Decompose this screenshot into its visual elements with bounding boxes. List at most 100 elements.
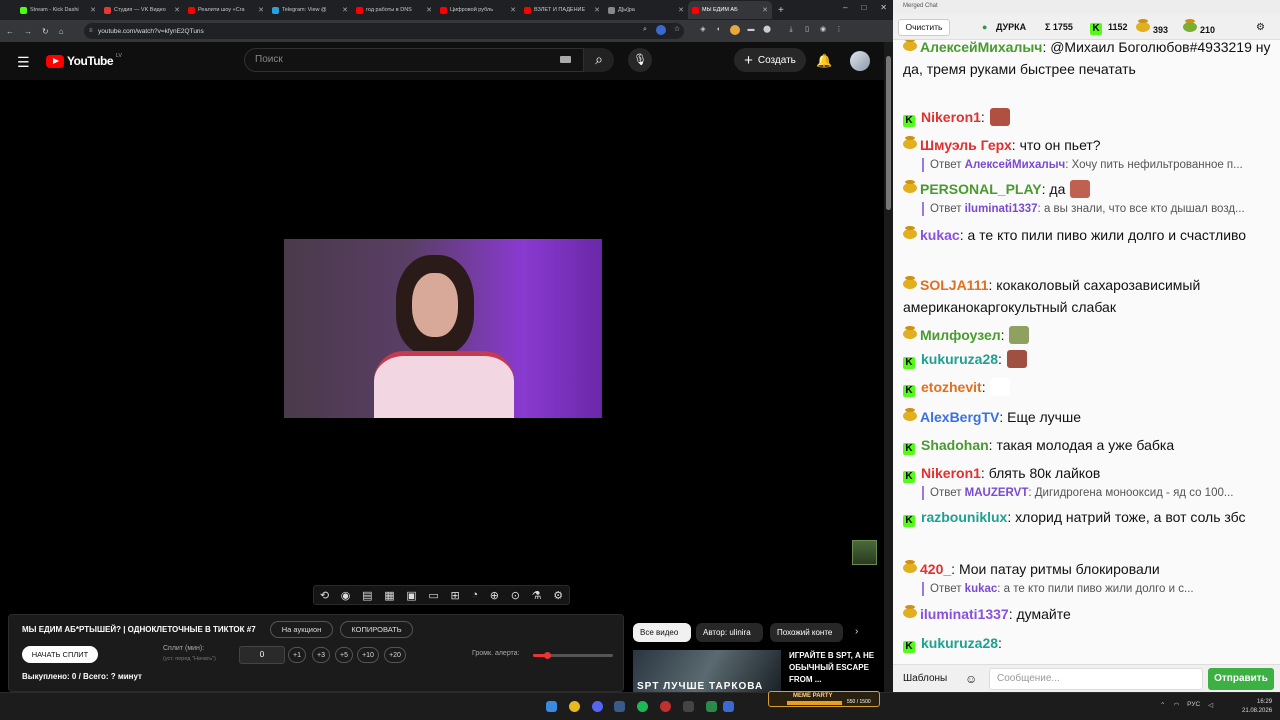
emoji-icon[interactable]: ☺ [965, 672, 977, 686]
obs-icon[interactable] [683, 701, 694, 712]
close-tab-icon[interactable]: ✕ [594, 6, 600, 14]
page-scrollbar[interactable] [884, 42, 893, 692]
crop-icon[interactable]: ⊞ [451, 589, 460, 602]
close-tab-icon[interactable]: ✕ [174, 6, 180, 14]
theater-icon[interactable]: ▭ [428, 589, 438, 602]
chat-username[interactable]: kukac [920, 227, 960, 243]
chat-username[interactable]: SOLJA111 [920, 277, 989, 293]
new-tab-button[interactable]: + [778, 5, 784, 16]
pip-icon[interactable]: ▣ [406, 589, 416, 602]
send-button[interactable]: Отправить [1208, 668, 1274, 690]
increment-button[interactable]: +5 [335, 647, 353, 663]
star-icon[interactable]: ☆ [672, 25, 682, 35]
loop-icon[interactable]: ⟲ [320, 589, 329, 602]
alert-volume-slider[interactable] [533, 652, 613, 659]
home-icon[interactable]: ⌂ [59, 27, 64, 36]
start-split-button[interactable]: НАЧАТЬ СПЛИТ [22, 646, 98, 663]
settings-icon[interactable]: ⚙ [553, 589, 563, 602]
subtitles-icon[interactable]: ▤ [362, 589, 372, 602]
close-tab-icon[interactable]: ✕ [426, 6, 432, 14]
search-button[interactable]: ⌕ [584, 48, 614, 72]
chat-username[interactable]: Nikeron1 [921, 109, 981, 125]
clock[interactable]: 16:29 21.08.2026 [1242, 698, 1272, 716]
app-icon[interactable] [723, 701, 734, 712]
chat-username[interactable]: PERSONAL_PLAY [920, 181, 1042, 197]
speed-icon[interactable]: ◔ [471, 589, 478, 601]
discord-icon[interactable] [592, 701, 603, 712]
download-icon[interactable]: ⤓ [786, 25, 796, 35]
app-icon[interactable] [706, 701, 717, 712]
forward-icon[interactable]: → [24, 27, 32, 36]
zoom-icon[interactable]: ⌕ [640, 25, 650, 35]
chat-username[interactable]: Шмуэль Герх [920, 137, 1012, 153]
extension-icon[interactable]: ◈ [698, 25, 708, 35]
close-icon[interactable]: ✕ [880, 3, 887, 12]
browser-tab[interactable]: Stream - Kick Dashi ✕ [16, 1, 100, 19]
increment-button[interactable]: +1 [288, 647, 306, 663]
site-info-icon[interactable]: ≡ [89, 28, 93, 34]
browser-tab[interactable]: МЫ ЕДИМ АБ ✕ [688, 1, 772, 19]
related-video-thumbnail[interactable]: SPT ЛУЧШЕ ТАРКОВА [633, 650, 781, 692]
close-tab-icon[interactable]: ✕ [342, 6, 348, 14]
related-video-title[interactable]: ИГРАЙТЕ В SPT, А НЕ ОБЫЧНЫЙ ESCAPE FROM … [789, 650, 879, 686]
browser-tab[interactable]: Студия — VK Видео ✕ [100, 1, 184, 19]
audio-icon[interactable]: ◉ [341, 589, 351, 602]
chat-username[interactable]: etozhevit [921, 379, 982, 395]
menu-dots-icon[interactable]: ⋮ [834, 25, 844, 35]
filter-chip[interactable]: Похожий конте [770, 623, 843, 642]
close-tab-icon[interactable]: ✕ [678, 6, 684, 14]
app-icon[interactable] [660, 701, 671, 712]
browser-tab[interactable]: Цифровой рубль ✕ [436, 1, 520, 19]
gear-icon[interactable]: ⚙ [1256, 22, 1265, 33]
chevron-right-icon[interactable]: › [855, 626, 858, 637]
windows-start-icon[interactable] [546, 701, 557, 712]
chrome-icon[interactable] [569, 701, 580, 712]
browser-tab[interactable]: Telegram: View @ ✕ [268, 1, 352, 19]
browser-tab[interactable]: год работы в DNS ✕ [352, 1, 436, 19]
auction-button[interactable]: На аукцион [270, 621, 333, 638]
close-tab-icon[interactable]: ✕ [258, 6, 264, 14]
notifications-bell-icon[interactable]: 🔔 [816, 53, 832, 69]
close-tab-icon[interactable]: ✕ [510, 6, 516, 14]
spotify-icon[interactable] [637, 701, 648, 712]
back-icon[interactable]: ← [6, 27, 14, 36]
increment-button[interactable]: +3 [312, 647, 330, 663]
volume-knob[interactable] [543, 652, 551, 659]
chat-username[interactable]: 420_ [920, 561, 951, 577]
filter-chip[interactable]: Все видео [633, 623, 691, 642]
flask-icon[interactable]: ⚗ [532, 589, 542, 602]
chat-username[interactable]: Nikeron1 [921, 465, 981, 481]
extension-icon[interactable]: ⬤ [762, 25, 772, 35]
templates-button[interactable]: Шаблоны [903, 673, 947, 684]
chat-username[interactable]: Shadohan [921, 437, 989, 453]
reload-icon[interactable]: ↻ [42, 27, 49, 36]
wifi-icon[interactable]: ◠ [1173, 701, 1179, 709]
search-input[interactable]: Поиск [244, 48, 584, 72]
increment-button[interactable]: +10 [357, 647, 379, 663]
copy-button[interactable]: КОПИРОВАТЬ [340, 621, 413, 638]
add-icon[interactable]: ⊕ [490, 589, 499, 602]
scrollbar-thumb[interactable] [886, 56, 891, 210]
volume-icon[interactable]: ◁ [1208, 701, 1213, 709]
steam-icon[interactable] [614, 701, 625, 712]
chat-username[interactable]: АлексейМихалыч [920, 40, 1042, 55]
hamburger-menu-icon[interactable]: ☰ [17, 54, 30, 71]
message-input[interactable]: Сообщение... [989, 668, 1203, 690]
browser-tab[interactable]: ВЗЛЕТ И ПАДЕНИЕ ✕ [520, 1, 604, 19]
chat-username[interactable]: razbouniklux [921, 509, 1007, 525]
video-player[interactable] [284, 239, 602, 418]
voice-search-button[interactable]: 🎙 [628, 48, 652, 72]
browser-tab[interactable]: Д[ы]ра ✕ [604, 1, 688, 19]
chat-username[interactable]: kukuruza28 [921, 635, 998, 651]
minimize-icon[interactable]: – [843, 3, 847, 12]
close-tab-icon[interactable]: ✕ [762, 6, 768, 14]
avatar[interactable] [850, 51, 870, 71]
extension-icon[interactable] [730, 25, 740, 35]
create-button[interactable]: + Создать [734, 48, 806, 72]
sidebar-icon[interactable]: ▯ [802, 25, 812, 35]
chat-username[interactable]: Милфоузел [920, 327, 1001, 343]
tray-chevron-icon[interactable]: ⌃ [1160, 701, 1165, 709]
chat-messages[interactable]: АлексейМихалыч: @Михаил Боголюбов#493321… [893, 40, 1280, 664]
youtube-logo[interactable]: YouTube LV [46, 53, 122, 68]
increment-button[interactable]: +20 [384, 647, 406, 663]
